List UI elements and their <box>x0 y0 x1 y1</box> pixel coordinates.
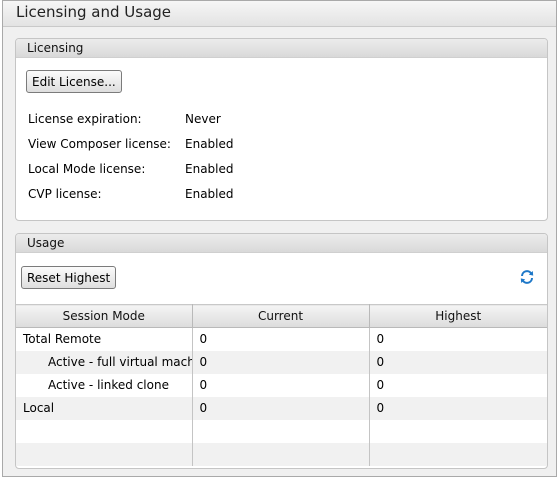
column-header-highest[interactable]: Highest <box>369 304 547 328</box>
cvp-license-label: CVP license: <box>28 187 102 201</box>
cvp-license-row: CVP license: Enabled <box>28 187 528 203</box>
highest-cell: 0 <box>369 373 547 397</box>
current-cell: 0 <box>192 350 370 374</box>
session-usage-table: Session Mode Current Highest Total Remot… <box>16 304 547 466</box>
license-expiration-value: Never <box>185 112 221 126</box>
table-row[interactable]: Active - linked clone 0 0 <box>16 373 547 397</box>
current-cell: 0 <box>192 327 370 351</box>
view-composer-license-label: View Composer license: <box>28 137 171 151</box>
column-header-session-mode[interactable]: Session Mode <box>16 304 193 328</box>
table-header-row: Session Mode Current Highest <box>16 304 547 328</box>
window-title: Licensing and Usage <box>16 3 172 21</box>
cvp-license-value: Enabled <box>185 187 234 201</box>
edit-license-button[interactable]: Edit License... <box>26 70 122 93</box>
current-cell: 0 <box>192 396 370 420</box>
usage-header: Usage <box>16 234 547 253</box>
highest-cell: 0 <box>369 327 547 351</box>
reset-highest-button[interactable]: Reset Highest <box>21 266 117 289</box>
empty-table-row <box>16 419 547 443</box>
table-row[interactable]: Total Remote 0 0 <box>16 327 547 351</box>
refresh-icon[interactable] <box>519 269 535 285</box>
local-mode-license-value: Enabled <box>185 162 234 176</box>
title-bar: Licensing and Usage <box>3 1 556 27</box>
current-cell: 0 <box>192 373 370 397</box>
licensing-header: Licensing <box>16 39 547 58</box>
table-row[interactable]: Active - full virtual machi 0 0 <box>16 350 547 374</box>
license-expiration-label: License expiration: <box>28 112 142 126</box>
highest-cell: 0 <box>369 350 547 374</box>
table-row[interactable]: Local 0 0 <box>16 396 547 420</box>
view-composer-license-row: View Composer license: Enabled <box>28 137 528 153</box>
licensing-usage-window: Licensing and Usage Licensing Edit Licen… <box>2 0 557 477</box>
local-mode-license-label: Local Mode license: <box>28 162 146 176</box>
session-mode-cell: Active - linked clone <box>16 373 193 397</box>
highest-cell: 0 <box>369 396 547 420</box>
usage-panel: Usage Reset Highest Session Mode Current… <box>15 233 548 469</box>
licensing-panel: Licensing Edit License... License expira… <box>15 38 548 221</box>
session-mode-cell: Local <box>16 396 193 420</box>
empty-table-row <box>16 442 547 466</box>
license-expiration-row: License expiration: Never <box>28 112 528 128</box>
local-mode-license-row: Local Mode license: Enabled <box>28 162 528 178</box>
session-mode-cell: Active - full virtual machi <box>16 350 193 374</box>
session-mode-cell: Total Remote <box>16 327 193 351</box>
column-header-current[interactable]: Current <box>192 304 370 328</box>
view-composer-license-value: Enabled <box>185 137 234 151</box>
